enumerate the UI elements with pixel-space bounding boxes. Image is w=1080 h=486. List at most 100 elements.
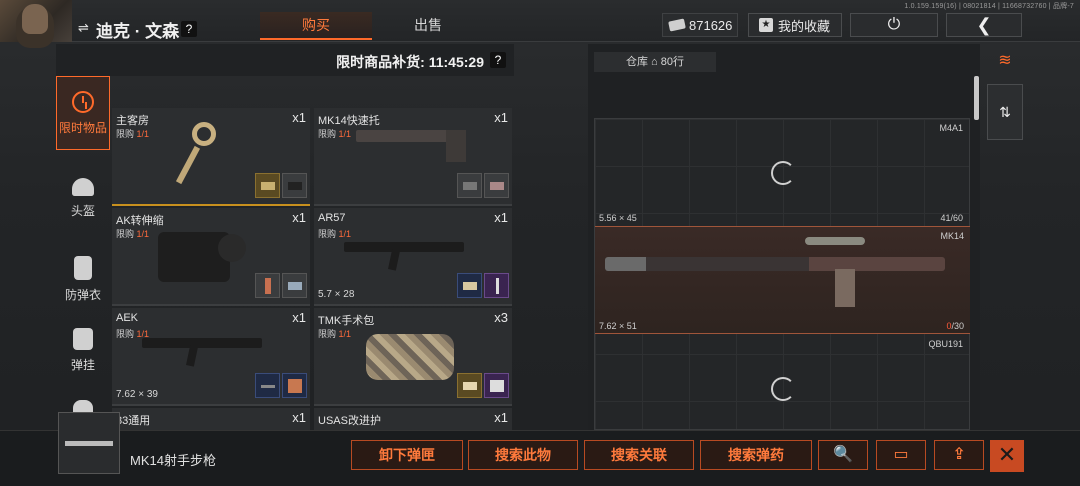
tab-sell[interactable]: 出售 <box>372 12 484 40</box>
cost-item-icon <box>255 273 280 298</box>
shop-item-card[interactable]: AEK x1 限购 1/1 7.62 × 39 <box>112 308 310 406</box>
item-caliber: 7.62 × 39 <box>116 389 158 400</box>
mk14-image <box>605 237 945 307</box>
item-qty: x1 <box>494 110 508 125</box>
search-button[interactable]: 🔍 <box>818 440 868 470</box>
shop-item-card[interactable]: MK14快速托 x1 限购 1/1 <box>314 108 512 206</box>
player-help-icon[interactable]: ? <box>181 21 197 37</box>
cost-item-icon <box>457 273 482 298</box>
slot-caliber: 7.62 × 51 <box>599 321 637 331</box>
power-icon: ⏻ <box>887 16 901 33</box>
vest-icon <box>74 256 92 280</box>
search-item-button[interactable]: 搜索此物 <box>468 440 578 470</box>
category-rig[interactable]: 弹挂 <box>56 314 110 388</box>
category-sidebar: 限时物品 头盔 防弹衣 弹挂 <box>56 76 110 430</box>
category-helmet[interactable]: 头盔 <box>56 164 110 238</box>
rig-icon <box>73 328 93 350</box>
slot-ammo: 41/60 <box>940 213 963 223</box>
tab-buy[interactable]: 购买 <box>260 12 372 40</box>
stash-grid[interactable]: M4A1 5.56 × 45 41/60 MK14 7.62 × 51 0/30… <box>594 118 970 430</box>
loading-icon <box>771 161 795 185</box>
key-image <box>192 122 216 146</box>
fold-button[interactable]: ▭ <box>876 440 926 470</box>
medbag-image <box>366 334 454 380</box>
category-label: 弹挂 <box>70 358 95 372</box>
slot-name: M4A1 <box>939 123 963 133</box>
item-qty: x1 <box>494 410 508 425</box>
cost-item-icon <box>255 173 280 198</box>
stock-image <box>356 130 466 162</box>
stash-label[interactable]: 仓库 ⌂ 80行 <box>594 52 716 72</box>
shop-item-card[interactable]: TMK手术包 x3 限购 1/1 <box>314 308 512 406</box>
cost-item-icon <box>484 273 509 298</box>
equipped-weapon-slot[interactable]: MK14 7.62 × 51 0/30 <box>595 226 970 334</box>
item-qty: x1 <box>494 210 508 225</box>
shop-item-card[interactable]: 主客房 x1 限购 1/1 <box>112 108 310 206</box>
back-button[interactable]: ❮ <box>946 13 1022 37</box>
currency-display: 871626 <box>662 13 738 37</box>
fold-icon: ▭ <box>893 446 909 463</box>
category-limited[interactable]: 限时物品 <box>56 76 110 150</box>
item-limit: 限购 1/1 <box>318 329 352 339</box>
favorites-button[interactable]: ★ 我的收藏 <box>748 13 842 37</box>
category-armor[interactable]: 防弹衣 <box>56 242 110 316</box>
item-name: TMK手术包 <box>318 315 375 327</box>
item-limit: 限购 1/1 <box>116 129 150 139</box>
shop-item-card[interactable]: AK转伸缩 x1 限购 1/1 <box>112 208 310 306</box>
stash-scrollbar[interactable] <box>974 76 979 120</box>
item-caliber: 5.7 × 28 <box>318 289 355 300</box>
category-label: 限时物品 <box>58 121 107 135</box>
shop-item-card[interactable]: 83通用 x1 <box>112 408 310 430</box>
rifle-image <box>344 242 464 252</box>
layers-button[interactable]: ≋ <box>987 46 1023 76</box>
player-name: 迪克 · 文森 <box>96 22 180 41</box>
stash-panel: 仓库 ⌂ 80行 M4A1 5.56 × 45 41/60 MK14 7.62 … <box>588 44 980 430</box>
search-related-button[interactable]: 搜索关联 <box>584 440 694 470</box>
swap-icon[interactable]: ⇌ <box>78 20 92 35</box>
slot-caliber: 5.56 × 45 <box>599 213 637 223</box>
player-avatar[interactable] <box>0 0 72 42</box>
cost-item-icon <box>484 173 509 198</box>
favorites-label: 我的收藏 <box>778 18 831 34</box>
stash-title: 仓库 <box>625 56 648 68</box>
upgrade-button[interactable]: ⇪ <box>934 440 984 470</box>
layers-icon: ≋ <box>998 52 1012 69</box>
cost-item-icon <box>457 173 482 198</box>
cost-item-icon <box>282 373 307 398</box>
item-name: AR57 <box>318 212 346 224</box>
adapter-image <box>158 232 246 282</box>
item-qty: x1 <box>292 310 306 325</box>
close-button[interactable]: ✕ <box>990 440 1024 472</box>
item-qty: x1 <box>292 410 306 425</box>
item-qty: x1 <box>292 210 306 225</box>
search-ammo-button[interactable]: 搜索弹药 <box>700 440 812 470</box>
rifle-image <box>142 338 262 348</box>
shop-item-card[interactable]: AR57 x1 限购 1/1 5.7 × 28 <box>314 208 512 306</box>
restock-help-icon[interactable]: ? <box>490 52 506 68</box>
category-label: 防弹衣 <box>64 288 101 302</box>
close-icon: ✕ <box>997 442 1017 467</box>
cost-item-icon <box>282 273 307 298</box>
restock-timer: 限时商品补货: 11:45:29 <box>336 54 484 70</box>
slot-name: MK14 <box>940 231 964 241</box>
item-name: AK转伸缩 <box>116 215 164 227</box>
star-icon: ★ <box>759 18 773 32</box>
sort-icon: ⇅ <box>999 104 1011 120</box>
shop-item-card[interactable]: USAS改进护 x1 <box>314 408 512 430</box>
item-limit: 限购 1/1 <box>318 229 352 239</box>
currency-amount: 871626 <box>689 17 733 33</box>
item-name: USAS改进护 <box>318 415 381 427</box>
cost-item-icon <box>255 373 280 398</box>
power-button[interactable]: ⏻ <box>850 13 938 37</box>
item-name: 83通用 <box>116 415 151 427</box>
home-icon: ⌂ <box>651 56 658 68</box>
cost-item-icon <box>484 373 509 398</box>
sort-button[interactable]: ⇅ <box>987 84 1023 140</box>
unload-magazine-button[interactable]: 卸下弹匣 <box>351 440 463 470</box>
version-text: 1.0.159.159(16) | 08021814 | 11668732760… <box>904 3 1074 10</box>
loading-icon <box>771 377 795 401</box>
category-label: 头盔 <box>70 204 95 218</box>
selected-item-thumbnail <box>58 412 120 474</box>
search-icon: 🔍 <box>833 446 853 463</box>
item-qty: x3 <box>494 310 508 325</box>
